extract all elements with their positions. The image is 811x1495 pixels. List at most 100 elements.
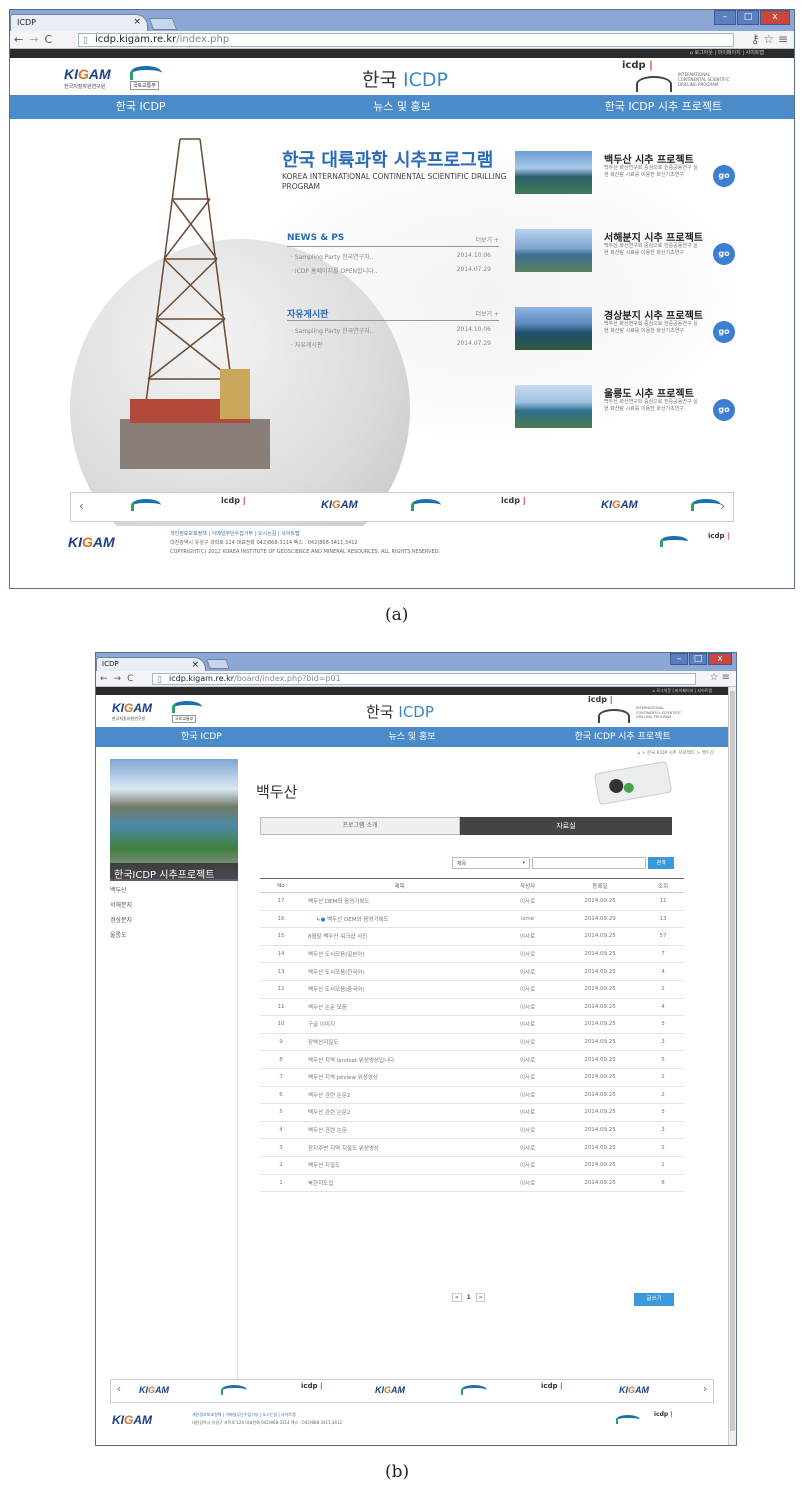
table-row[interactable]: 3 장지주변 지역 지질도 위성영상 이사로 2014.09.25 2: [260, 1138, 684, 1157]
slider-prev-button[interactable]: ‹: [117, 1384, 121, 1395]
go-button[interactable]: go: [713, 399, 735, 421]
kigam-logo-icon[interactable]: KIGAM: [321, 499, 358, 511]
project-card-ulleungdo[interactable]: 울릉도 시추 프로젝트 백두산 화산연구회 중심으로 한중공동연구 실현 화산탐…: [515, 385, 745, 435]
go-button[interactable]: go: [713, 321, 735, 343]
close-tab-icon[interactable]: ×: [133, 17, 141, 27]
menu-icon[interactable]: ≡: [722, 672, 730, 683]
cell-title[interactable]: ↳● 백두산 DEM와 음영기복도: [301, 910, 498, 929]
molit-logo[interactable]: 국토교통부: [128, 64, 164, 90]
pager-last-button[interactable]: »: [475, 1293, 486, 1302]
cell-title[interactable]: 백두산 지질도: [301, 1156, 498, 1175]
kigam-logo[interactable]: KIGAM: [112, 701, 152, 715]
cell-title[interactable]: 백두산 관련 논문: [301, 1121, 498, 1140]
back-icon[interactable]: ←: [14, 33, 23, 46]
menu-item-icdp[interactable]: 한국 ICDP: [10, 95, 271, 119]
table-row[interactable]: 7 백두산 지역 jstview 위성영상 이사로 2014.09.25 2: [260, 1068, 684, 1087]
search-button[interactable]: 검색: [648, 857, 674, 869]
menu-item-news[interactable]: 뉴스 및 홍보: [271, 95, 532, 119]
cell-title[interactable]: 백두산 관련 논문2: [301, 1103, 498, 1122]
icdp-logo[interactable]: icdp |: [622, 60, 653, 71]
project-card-gyeongsang[interactable]: 경상분지 시추 프로젝트 백두산 화산연구회 중심으로 한중공동연구 실현 화산…: [515, 307, 745, 357]
cell-title[interactable]: 백두산 도서모음(한국어): [301, 962, 498, 981]
icdp-logo-icon[interactable]: icdp |: [541, 1382, 563, 1390]
table-row[interactable]: 17 백두산 DEM와 음영기복도 이사로 2014.09.25 11: [260, 892, 684, 911]
kigam-logo[interactable]: KIGAM: [64, 66, 111, 82]
cell-title[interactable]: 백두산 도서모음(일본어): [301, 945, 498, 964]
sidebar-item-west-sea[interactable]: 서해분지: [110, 900, 132, 909]
close-window-button[interactable]: x: [708, 653, 732, 665]
table-row[interactable]: 16 ↳● 백두산 DEM와 음영기복도 lsme 2014.09.29 13: [260, 910, 684, 929]
site-title[interactable]: 한국 ICDP: [362, 65, 448, 92]
menu-item-projects[interactable]: 한국 ICDP 시추 프로젝트: [533, 95, 794, 119]
icdp-logo-icon[interactable]: icdp |: [221, 496, 246, 505]
forward-icon[interactable]: →: [29, 33, 38, 46]
kigam-logo-icon[interactable]: KIGAM: [139, 1385, 169, 1395]
news-heading[interactable]: NEWS & PS: [287, 233, 344, 243]
maximize-button[interactable]: □: [689, 653, 707, 665]
close-window-button[interactable]: x: [760, 10, 790, 25]
cell-title[interactable]: 백두산 논문 모음: [301, 998, 498, 1017]
board-heading[interactable]: 자유게시판: [287, 307, 328, 320]
footer-links[interactable]: 개인정보보호정책 | 이메일무단수집거부 | 오시는길 | 사이트맵: [170, 530, 440, 539]
news-more-link[interactable]: 더보기 +: [476, 235, 500, 244]
go-button[interactable]: go: [713, 243, 735, 265]
news-item[interactable]: · Sampling Party 한국연구자.. 2014.10.06: [291, 252, 491, 261]
icdp-logo-icon[interactable]: icdp |: [301, 1382, 323, 1390]
molit-logo-icon[interactable]: [221, 1385, 247, 1395]
reload-icon[interactable]: C: [44, 33, 52, 46]
cell-title[interactable]: 백두산 도서모음(중국어): [301, 980, 498, 999]
address-bar[interactable]: ▯ icdp.kigam.re.kr/board/index.php?bid=p0…: [152, 673, 696, 685]
molit-logo-icon[interactable]: [411, 499, 441, 511]
table-row[interactable]: 9 장백산지질도 이사로 2014.09.25 3: [260, 1033, 684, 1052]
star-icon[interactable]: ☆: [709, 672, 718, 683]
browser-tab[interactable]: ICDP ×: [96, 657, 206, 671]
utility-links[interactable]: 로그아웃 | 마이페이지 | 사이트맵: [656, 688, 712, 693]
cell-title[interactable]: 백두산 관련 논문2: [301, 1086, 498, 1105]
sidebar-item-ulleungdo[interactable]: 울릉도: [110, 930, 127, 939]
table-row[interactable]: 6 백두산 관련 논문2 이사로 2014.09.25 2: [260, 1086, 684, 1105]
menu-item-icdp[interactable]: 한국 ICDP: [96, 727, 307, 747]
kigam-logo-icon[interactable]: KIGAM: [375, 1385, 405, 1395]
maximize-button[interactable]: □: [737, 10, 759, 25]
table-row[interactable]: 15 8월말 백두산 워크샵 사진 이사로 2014.09.25 57: [260, 927, 684, 946]
site-title[interactable]: 한국 ICDP: [366, 701, 434, 722]
icdp-logo[interactable]: icdp |: [588, 695, 613, 704]
table-row[interactable]: 10 구글 이미지 이사로 2014.09.25 3: [260, 1015, 684, 1034]
molit-logo-icon[interactable]: [131, 499, 161, 511]
menu-item-news[interactable]: 뉴스 및 홍보: [307, 727, 518, 747]
table-row[interactable]: 13 백두산 도서모음(한국어) 이사로 2014.09.25 4: [260, 962, 684, 981]
table-row[interactable]: 11 백두산 논문 모음 이사로 2014.09.25 4: [260, 998, 684, 1017]
cell-title[interactable]: 백두산 지역 landsat 위성영상입니다.: [301, 1050, 498, 1069]
table-row[interactable]: 14 백두산 도서모음(일본어) 이사로 2014.09.25 7: [260, 945, 684, 964]
cell-title[interactable]: 구글 이미지: [301, 1015, 498, 1034]
go-button[interactable]: go: [713, 165, 735, 187]
cell-title[interactable]: 장지주변 지역 지질도 위성영상: [301, 1138, 498, 1157]
scrollbar[interactable]: [728, 687, 736, 1445]
molit-logo-icon[interactable]: [461, 1385, 487, 1395]
icdp-logo-icon[interactable]: icdp |: [501, 496, 526, 505]
table-row[interactable]: 12 백두산 도서모음(중국어) 이사로 2014.09.25 2: [260, 980, 684, 999]
utility-links[interactable]: 로그아웃 | 마이페이지 | 사이트맵: [694, 50, 764, 56]
menu-icon[interactable]: ≡: [778, 32, 788, 46]
sidebar-item-baekdu[interactable]: 백두산: [110, 885, 127, 894]
cell-title[interactable]: 북한지도집: [301, 1174, 498, 1193]
write-button[interactable]: 글쓰기: [634, 1293, 674, 1306]
table-row[interactable]: 8 백두산 지역 landsat 위성영상입니다. 이사로 2014.09.25 5: [260, 1050, 684, 1069]
board-item[interactable]: · 자유게시판 2014.07.29: [291, 340, 491, 349]
cell-title[interactable]: 백두산 지역 jstview 위성영상: [301, 1068, 498, 1087]
cell-title[interactable]: 백두산 DEM와 음영기복도: [301, 892, 498, 911]
board-item[interactable]: · Sampling Party 한국연구자.. 2014.10.06: [291, 326, 491, 335]
board-more-link[interactable]: 더보기 +: [476, 309, 500, 318]
address-bar[interactable]: ▯ icdp.kigam.re.kr/index.php: [78, 33, 734, 47]
menu-item-projects[interactable]: 한국 ICDP 시추 프로젝트: [517, 727, 728, 747]
project-card-baekdu[interactable]: 백두산 시추 프로젝트 백두산 화산연구회 중심으로 한중공동연구 실현 화산탐…: [515, 151, 745, 201]
star-icon[interactable]: ☆: [763, 32, 774, 46]
home-icon[interactable]: ⌂ >: [637, 751, 647, 756]
table-row[interactable]: 4 백두산 관련 논문 이사로 2014.09.25 3: [260, 1121, 684, 1140]
cell-title[interactable]: 8월말 백두산 워크샵 사진: [301, 927, 498, 946]
kigam-logo-icon[interactable]: KIGAM: [601, 499, 638, 511]
kigam-logo-icon[interactable]: KIGAM: [619, 1385, 649, 1395]
forward-icon[interactable]: →: [114, 674, 122, 684]
pager-current-page[interactable]: 1: [464, 1294, 474, 1301]
molit-logo-icon[interactable]: [691, 499, 721, 511]
